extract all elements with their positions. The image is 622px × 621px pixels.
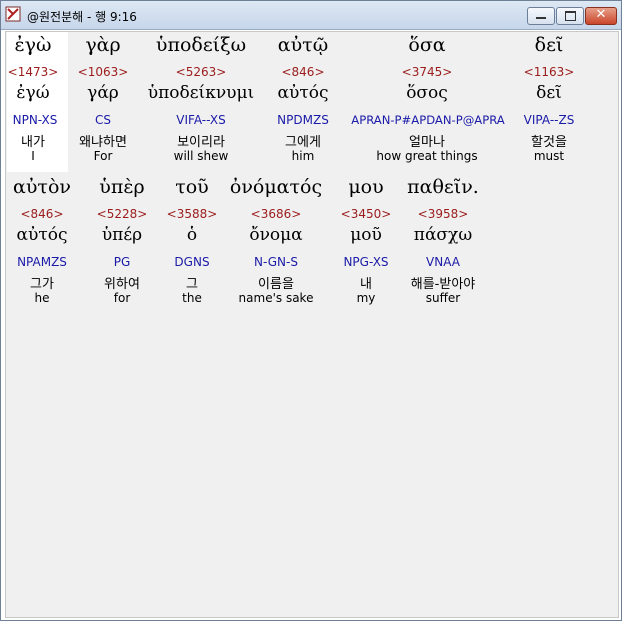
interlinear-view[interactable]: ἐγὼ <1473> ἐγώ NPN-XS 내가 I γὰρ <1063> γά… — [5, 31, 619, 618]
english-gloss: the — [182, 291, 202, 305]
lemma-word: δεῖ — [536, 83, 562, 103]
lemma-word: ἐγώ — [16, 83, 50, 103]
english-gloss: must — [533, 149, 565, 163]
parsing-code: NPN-XS — [12, 113, 58, 127]
greek-word: ὅσα — [408, 34, 446, 56]
english-gloss: I — [31, 149, 35, 163]
greek-word: ἐγὼ — [14, 34, 52, 56]
parsing-code: NPG-XS — [343, 255, 389, 269]
english-gloss: for — [113, 291, 131, 305]
window-title: @원전분해 - 행 9:16 — [27, 10, 137, 24]
parsing-code: NPDMZS — [277, 113, 329, 127]
english-gloss: how great things — [376, 149, 478, 163]
greek-word: γὰρ — [85, 34, 121, 56]
greek-word: μου — [348, 176, 384, 198]
parsing-code: NPAMZS — [17, 255, 67, 269]
parsing-code: APRAN-P#APDAN-P@APRA — [351, 113, 505, 127]
strongs-number[interactable]: <5263> — [148, 65, 254, 79]
strongs-number[interactable]: <3686> — [226, 207, 326, 221]
strongs-number[interactable]: <846> — [7, 207, 77, 221]
lemma-word: ὄνομα — [249, 225, 303, 245]
korean-gloss: 왜냐하면 — [79, 135, 127, 150]
korean-gloss: 그가 — [30, 277, 54, 292]
english-gloss: name's sake — [238, 291, 314, 305]
greek-word: ὑπὲρ — [99, 176, 145, 198]
parsing-code: VNAA — [426, 255, 460, 269]
greek-word: ὑποδείξω — [155, 34, 247, 56]
strongs-number[interactable]: <3745> — [350, 65, 504, 79]
strongs-number[interactable]: <1063> — [70, 65, 136, 79]
greek-word: ὀνόματός — [229, 176, 323, 198]
strongs-number[interactable]: <1163> — [516, 65, 582, 79]
korean-gloss: 할것을 — [531, 135, 567, 150]
title-bar[interactable]: @원전분해 - 행 9:16 ✕ — [1, 1, 621, 30]
english-gloss: him — [291, 149, 315, 163]
korean-gloss: 내가 — [21, 135, 45, 150]
english-gloss: For — [93, 149, 113, 163]
strongs-number[interactable]: <846> — [268, 65, 338, 79]
lemma-word: ὅσος — [406, 83, 448, 103]
parsing-code: CS — [95, 113, 111, 127]
english-gloss: my — [356, 291, 376, 305]
lemma-word: πάσχω — [413, 225, 473, 245]
lemma-word: ὁ — [186, 225, 198, 245]
korean-gloss: 그에게 — [285, 135, 321, 150]
korean-gloss: 위하여 — [104, 277, 140, 292]
strongs-number[interactable]: <3588> — [164, 207, 220, 221]
greek-word: αὐτὸν — [13, 176, 71, 198]
minimize-icon — [536, 17, 546, 19]
strongs-number[interactable]: <3450> — [334, 207, 398, 221]
korean-gloss: 그 — [186, 277, 198, 292]
greek-word: δεῖ — [534, 34, 564, 56]
greek-word: τοῦ — [175, 176, 209, 198]
close-button[interactable]: ✕ — [585, 7, 617, 25]
minimize-button[interactable] — [527, 7, 555, 25]
korean-gloss: 해를-받아야 — [410, 277, 476, 292]
english-gloss: will shew — [173, 149, 229, 163]
app-icon — [5, 6, 21, 22]
maximize-icon — [565, 11, 576, 21]
parsing-code: DGNS — [174, 255, 210, 269]
korean-gloss: 내 — [360, 277, 372, 292]
parsing-code: PG — [113, 255, 131, 269]
english-gloss: suffer — [425, 291, 461, 305]
maximize-button[interactable] — [556, 7, 584, 25]
strongs-number[interactable]: <1473> — [7, 65, 59, 79]
lemma-word: μοῦ — [350, 225, 382, 245]
lemma-word: αὐτός — [277, 83, 329, 103]
lemma-word: αὐτός — [16, 225, 68, 245]
lemma-word: ὑποδείκνυμι — [147, 83, 255, 103]
greek-word: αὐτῷ — [277, 34, 329, 56]
parsing-code: N-GN-S — [254, 255, 298, 269]
close-icon: ✕ — [595, 7, 607, 22]
korean-gloss: 얼마나 — [409, 135, 445, 150]
lemma-word: γάρ — [87, 83, 119, 103]
korean-gloss: 이름을 — [258, 277, 294, 292]
greek-word: παθεῖν. — [407, 176, 479, 198]
main-window: @원전분해 - 행 9:16 ✕ ἐγὼ <1473> ἐγώ NPN-XS 내… — [0, 0, 622, 621]
english-gloss: he — [34, 291, 50, 305]
strongs-number[interactable]: <3958> — [400, 207, 486, 221]
parsing-code: VIFA--XS — [176, 113, 226, 127]
lemma-word: ὑπέρ — [101, 225, 143, 245]
korean-gloss: 보이리라 — [177, 135, 225, 150]
strongs-number[interactable]: <5228> — [88, 207, 156, 221]
parsing-code: VIPA--ZS — [523, 113, 575, 127]
